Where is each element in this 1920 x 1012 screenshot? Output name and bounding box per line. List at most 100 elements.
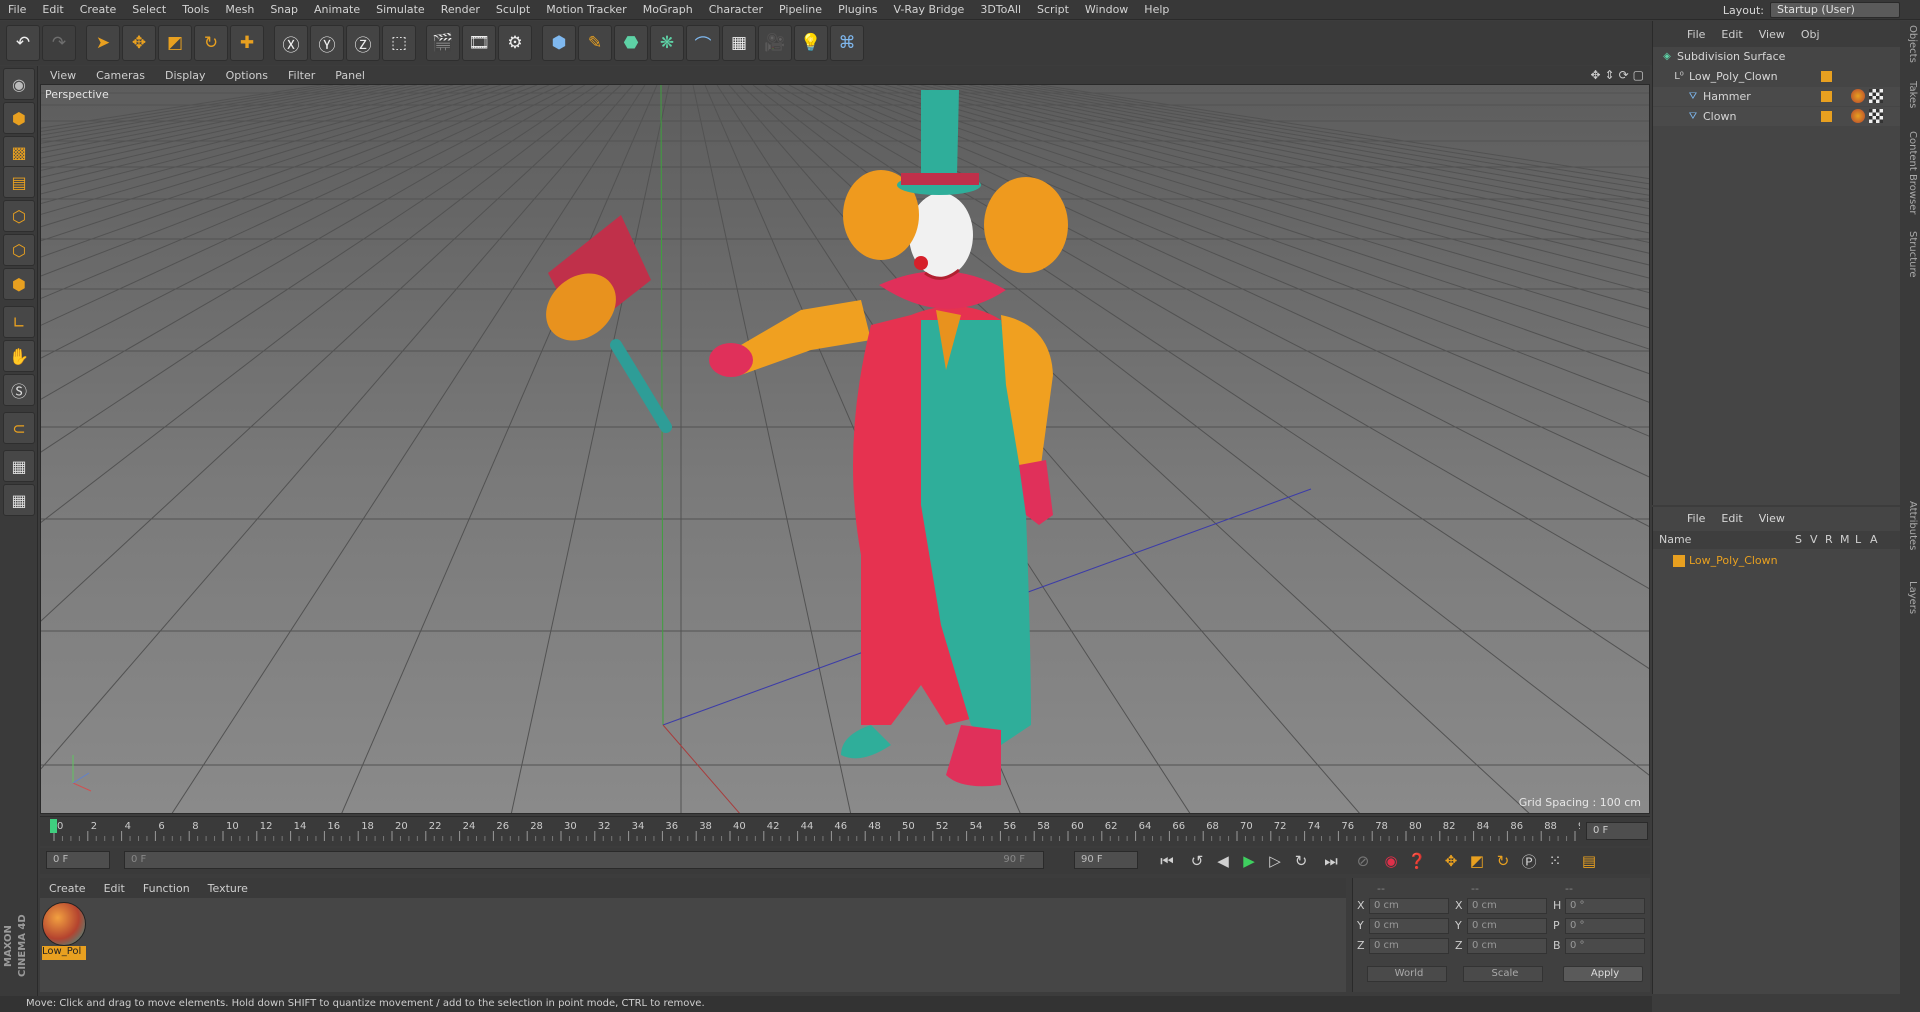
previous-key-icon[interactable]: ↺	[1184, 849, 1210, 873]
coord-rotation-field[interactable]: 0 °	[1565, 938, 1645, 954]
menu-mesh[interactable]: Mesh	[217, 0, 262, 20]
object-row[interactable]: ◈ Subdivision Surface	[1653, 47, 1901, 66]
axis-mode-icon[interactable]: ∟	[3, 306, 35, 338]
texture-mode-icon[interactable]: ▩	[3, 136, 35, 168]
right-tab-layers[interactable]: Layers	[1902, 581, 1918, 614]
model-mode-icon[interactable]: ⬢	[3, 102, 35, 134]
right-tab-content-browser[interactable]: Content Browser	[1902, 131, 1918, 214]
play-icon[interactable]: ▶	[1236, 849, 1262, 873]
right-tab-objects[interactable]: Objects	[1902, 25, 1918, 63]
timeline-ruler[interactable]: 0 2 4 6 8 10 12 14 16 18 20 22 24 26 28 30 32 34 36 38 40 42 4…	[40, 816, 1650, 846]
right-tab-attributes[interactable]: Attributes	[1902, 501, 1918, 550]
edges-mode-icon[interactable]: ⬡	[3, 234, 35, 266]
end-frame-field[interactable]: 90 F	[1074, 851, 1138, 869]
material-swatch[interactable]: Low_Pol	[42, 902, 86, 960]
material-menu-create[interactable]: Create	[40, 882, 95, 895]
record-keys-icon[interactable]: ⊘	[1350, 849, 1376, 873]
coordinate-space-dropdown[interactable]: World	[1367, 966, 1447, 982]
coordinate-system-icon[interactable]: ⬚	[382, 25, 416, 61]
scale-key-icon[interactable]: ◩	[1464, 849, 1490, 873]
python-icon[interactable]: ⌘	[830, 25, 864, 61]
object-row[interactable]: ⛛ Clown	[1653, 107, 1901, 126]
polygons-mode-icon[interactable]: ⬢	[3, 268, 35, 300]
position-key-icon[interactable]: ✥	[1438, 849, 1464, 873]
viewport-menu-filter[interactable]: Filter	[278, 69, 325, 82]
viewport-menu-cameras[interactable]: Cameras	[86, 69, 155, 82]
cube-icon[interactable]: ⬢	[542, 25, 576, 61]
current-frame-field[interactable]: 0 F	[1586, 822, 1648, 840]
menu-motion-tracker[interactable]: Motion Tracker	[538, 0, 634, 20]
menu-window[interactable]: Window	[1077, 0, 1136, 20]
menu-render[interactable]: Render	[433, 0, 488, 20]
lock-workplane-icon[interactable]: ▦	[3, 450, 35, 482]
right-tab-structure[interactable]: Structure	[1902, 231, 1918, 278]
previous-frame-icon[interactable]: ◀	[1210, 849, 1236, 873]
menu-plugins[interactable]: Plugins	[830, 0, 885, 20]
menu-animate[interactable]: Animate	[306, 0, 368, 20]
menu-edit[interactable]: Edit	[34, 0, 71, 20]
material-menu-function[interactable]: Function	[134, 882, 199, 895]
layer-menu-edit[interactable]: Edit	[1713, 512, 1750, 525]
go-to-end-icon[interactable]: ⏭	[1318, 849, 1344, 873]
range-slider[interactable]: 0 F 90 F	[124, 851, 1044, 869]
scale-tool-icon[interactable]: ◩	[158, 25, 192, 61]
clown-model[interactable]	[533, 90, 1068, 787]
material-tag-icon[interactable]	[1851, 109, 1865, 123]
coord-position-field[interactable]: 0 cm	[1369, 938, 1449, 954]
make-editable-icon[interactable]: ◉	[3, 68, 35, 100]
planar-workplane-icon[interactable]: ▦	[3, 484, 35, 516]
menu-character[interactable]: Character	[701, 0, 771, 20]
layer-color-swatch[interactable]	[1821, 111, 1832, 122]
rotate-tool-icon[interactable]: ↻	[194, 25, 228, 61]
coord-size-field[interactable]: 0 cm	[1467, 938, 1547, 954]
layout-dropdown[interactable]: Startup (User)	[1770, 2, 1900, 18]
menu-simulate[interactable]: Simulate	[368, 0, 433, 20]
autokey-icon[interactable]: ◉	[1378, 849, 1404, 873]
menu-script[interactable]: Script	[1029, 0, 1077, 20]
playhead-marker[interactable]	[50, 819, 57, 833]
undo-icon[interactable]: ↶	[6, 25, 40, 61]
render-settings-icon[interactable]: ⚙	[498, 25, 532, 61]
orbit-icon[interactable]: ⟳	[1619, 68, 1629, 82]
parameter-key-icon[interactable]: Ⓟ	[1516, 849, 1542, 873]
camera-icon[interactable]: 🎥	[758, 25, 792, 61]
object-row[interactable]: L⁰ Low_Poly_Clown	[1653, 67, 1901, 86]
points-mode-icon[interactable]: ⬡	[3, 200, 35, 232]
next-frame-icon[interactable]: ▷	[1262, 849, 1288, 873]
viewport-menu-options[interactable]: Options	[216, 69, 278, 82]
move-tool-icon[interactable]: ✥	[122, 25, 156, 61]
right-tab-takes[interactable]: Takes	[1902, 81, 1918, 108]
pen-spline-icon[interactable]: ✎	[578, 25, 612, 61]
layer-color-swatch[interactable]	[1821, 71, 1832, 82]
layer-menu-view[interactable]: View	[1751, 512, 1793, 525]
workplane-icon[interactable]: ▤	[3, 166, 35, 198]
menu-pipeline[interactable]: Pipeline	[771, 0, 830, 20]
menu-v-ray-bridge[interactable]: V-Ray Bridge	[885, 0, 972, 20]
next-key-icon[interactable]: ↻	[1288, 849, 1314, 873]
menu-sculpt[interactable]: Sculpt	[488, 0, 538, 20]
floor-icon[interactable]: ▦	[722, 25, 756, 61]
layer-menu-file[interactable]: File	[1679, 512, 1713, 525]
viewport-menu-display[interactable]: Display	[155, 69, 216, 82]
coord-rotation-field[interactable]: 0 °	[1565, 898, 1645, 914]
hammer-model[interactable]	[533, 215, 672, 433]
dolly-icon[interactable]: ⇕	[1605, 68, 1615, 82]
point-level-key-icon[interactable]: ⁙	[1542, 849, 1568, 873]
x-axis-icon[interactable]: Ⓧ	[274, 25, 308, 61]
menu-tools[interactable]: Tools	[174, 0, 217, 20]
menu-mograph[interactable]: MoGraph	[635, 0, 701, 20]
tweak-mode-icon[interactable]: ✋	[3, 340, 35, 372]
coord-size-field[interactable]: 0 cm	[1467, 898, 1547, 914]
light-icon[interactable]: 💡	[794, 25, 828, 61]
perspective-viewport[interactable]: Perspective Grid Spacing : 100 cm	[40, 84, 1650, 814]
menu-help[interactable]: Help	[1136, 0, 1177, 20]
texture-tag-icon[interactable]	[1869, 89, 1883, 103]
menu-3dtoall[interactable]: 3DToAll	[972, 0, 1029, 20]
start-frame-field[interactable]: 0 F	[46, 851, 110, 869]
deformer-icon[interactable]: ⌒	[686, 25, 720, 61]
render-view-icon[interactable]: 🎬	[426, 25, 460, 61]
layer-color-swatch[interactable]	[1821, 91, 1832, 102]
layer-row[interactable]: Low_Poly_Clown	[1653, 551, 1901, 570]
menu-file[interactable]: File	[0, 0, 34, 20]
apply-button[interactable]: Apply	[1563, 966, 1643, 982]
